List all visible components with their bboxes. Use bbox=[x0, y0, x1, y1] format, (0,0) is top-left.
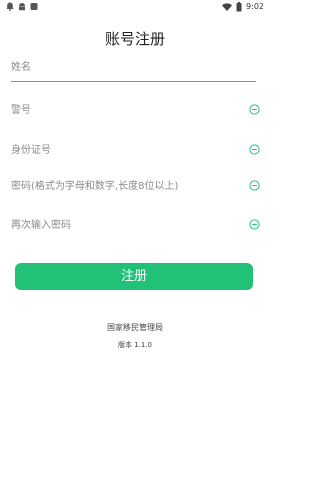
clear-icon[interactable] bbox=[249, 104, 260, 115]
android-icon bbox=[19, 3, 25, 11]
name-field[interactable] bbox=[11, 55, 256, 82]
clear-icon[interactable] bbox=[249, 219, 260, 230]
status-bar: 9:02 bbox=[0, 0, 270, 14]
confirm-password-input[interactable] bbox=[11, 214, 226, 236]
notification-icon bbox=[6, 2, 14, 11]
confirm-password-field[interactable] bbox=[11, 214, 260, 236]
app-icon bbox=[30, 3, 38, 10]
password-field[interactable] bbox=[11, 175, 260, 197]
clear-icon[interactable] bbox=[249, 144, 260, 155]
register-button[interactable]: 注册 bbox=[15, 263, 253, 290]
id-card-field[interactable] bbox=[11, 139, 260, 161]
organization-name: 国家移民管理局 bbox=[107, 323, 163, 332]
battery-icon bbox=[236, 2, 242, 12]
status-left-icons bbox=[6, 2, 38, 11]
wifi-icon bbox=[222, 3, 233, 11]
id-card-input[interactable] bbox=[11, 139, 226, 161]
page-title: 账号注册 bbox=[104, 30, 165, 48]
status-time: 9:02 bbox=[246, 2, 264, 11]
password-input[interactable] bbox=[11, 175, 226, 197]
name-input[interactable] bbox=[11, 57, 251, 77]
clear-icon[interactable] bbox=[249, 180, 260, 191]
version-text: 版本 1.1.0 bbox=[117, 341, 153, 349]
police-id-input[interactable] bbox=[11, 99, 226, 121]
police-id-field[interactable] bbox=[11, 99, 260, 121]
status-right-icons: 9:02 bbox=[222, 1, 264, 13]
